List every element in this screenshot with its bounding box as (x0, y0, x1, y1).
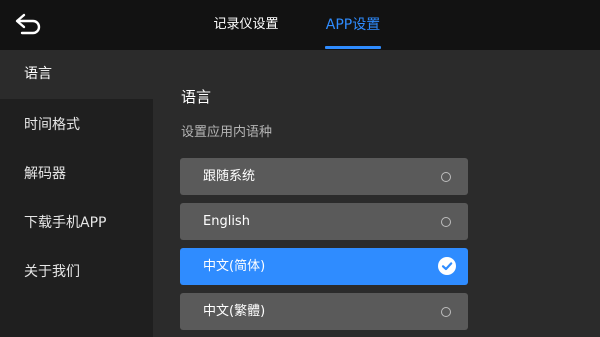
top-bar: 记录仪设置 APP设置 (0, 0, 600, 50)
language-option-follow-system[interactable]: 跟随系统 (180, 158, 468, 195)
sidebar-item-decoder[interactable]: 解码器 (0, 150, 153, 199)
language-settings-panel: 语言 设置应用内语种 跟随系统 English 中文(简体) 中文(繁體) (153, 50, 600, 337)
radio-unselected-icon (441, 172, 451, 182)
sidebar-item-language[interactable]: 语言 (0, 50, 153, 99)
option-label: 中文(简体) (203, 259, 266, 274)
back-arrow-icon (15, 13, 41, 35)
language-option-chinese-traditional[interactable]: 中文(繁體) (180, 293, 468, 330)
language-option-chinese-simplified[interactable]: 中文(简体) (180, 248, 468, 285)
tab-app-settings[interactable]: APP设置 (320, 0, 386, 50)
active-tab-indicator (325, 46, 381, 49)
sidebar-item-about-us[interactable]: 关于我们 (0, 248, 153, 297)
sidebar-item-download-app[interactable]: 下载手机APP (0, 199, 153, 248)
option-label: 中文(繁體) (203, 304, 266, 319)
section-title: 语言 (181, 88, 212, 106)
back-button[interactable] (14, 11, 44, 39)
checkmark-icon (438, 257, 456, 275)
tab-recorder-settings[interactable]: 记录仪设置 (206, 0, 286, 50)
radio-unselected-icon (441, 307, 451, 317)
option-label: 跟随系统 (203, 169, 256, 184)
section-subtitle: 设置应用内语种 (181, 125, 273, 140)
sidebar-item-time-format[interactable]: 时间格式 (0, 101, 153, 150)
sidebar: 语言 时间格式 解码器 下载手机APP 关于我们 (0, 50, 153, 337)
language-option-english[interactable]: English (180, 203, 468, 240)
option-label: English (203, 214, 250, 229)
radio-unselected-icon (441, 217, 451, 227)
